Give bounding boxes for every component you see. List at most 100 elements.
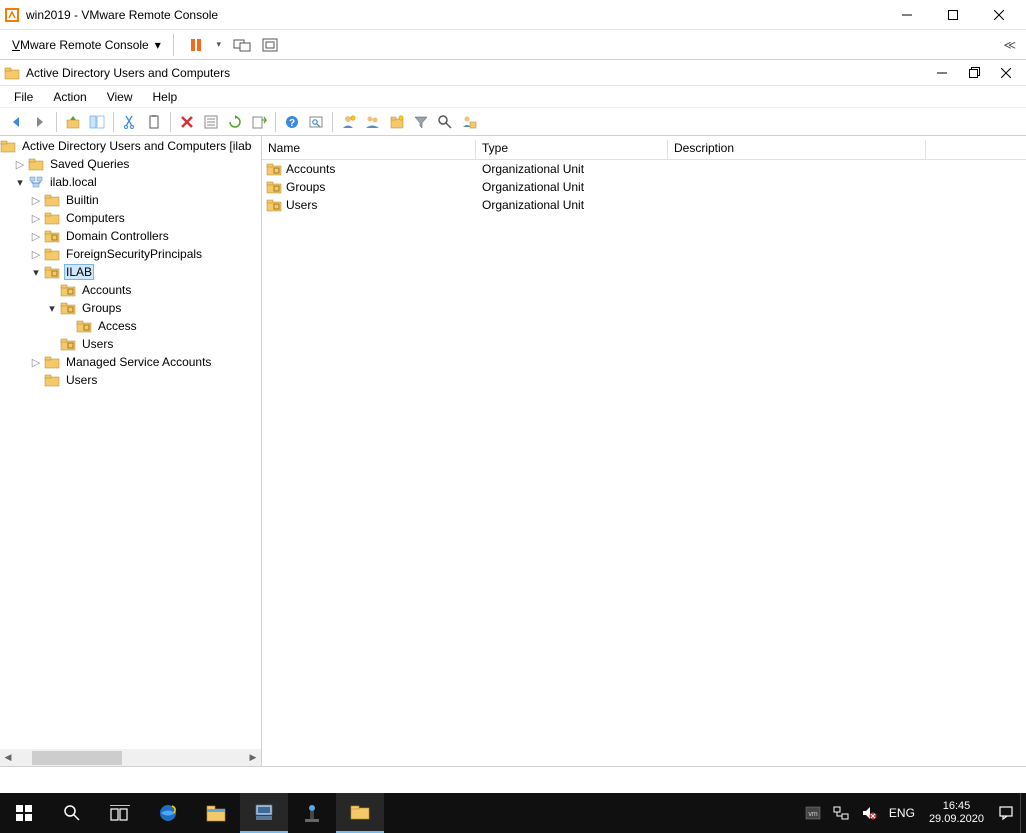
scroll-left-arrow-icon[interactable]: ◀ [0, 752, 16, 763]
send-ctrl-alt-del-button[interactable] [230, 33, 254, 57]
list-cell-type: Organizational Unit [476, 162, 668, 176]
scroll-right-arrow-icon[interactable]: ▶ [245, 752, 261, 763]
tree-node-ilab-accounts[interactable]: Accounts [0, 281, 261, 299]
aduc-window-title: Active Directory Users and Computers [26, 66, 926, 80]
aduc-menubar: File Action View Help [0, 86, 1026, 108]
delete-button[interactable] [176, 111, 198, 133]
col-header-type[interactable]: Type [476, 140, 668, 159]
col-header-name[interactable]: Name [262, 140, 476, 159]
tree-node-fsp[interactable]: ▷ ForeignSecurityPrincipals [0, 245, 261, 263]
tray-clock[interactable]: 16:45 29.09.2020 [921, 793, 992, 833]
fullscreen-button[interactable] [258, 33, 282, 57]
taskbar-explorer-button[interactable] [192, 793, 240, 833]
folder-icon [44, 192, 60, 208]
tree-node-label: Saved Queries [48, 157, 131, 171]
expand-arrow-icon[interactable]: ▷ [28, 194, 44, 207]
refresh-button[interactable] [224, 111, 246, 133]
filter-button[interactable] [410, 111, 432, 133]
tree-node-domain-controllers[interactable]: ▷ Domain Controllers [0, 227, 261, 245]
aduc-titlebar: Active Directory Users and Computers [0, 60, 1026, 86]
taskbar-aduc-button[interactable] [336, 793, 384, 833]
properties-button[interactable] [200, 111, 222, 133]
vmrc-menu-dropdown[interactable]: VMware Remote Console ▾ [8, 36, 165, 54]
expand-arrow-icon[interactable]: ▷ [12, 158, 28, 171]
aduc-toolbar: ? [0, 108, 1026, 136]
vmrc-maximize-button[interactable] [930, 0, 976, 30]
tray-network-icon[interactable] [827, 793, 855, 833]
tree-node-computers[interactable]: ▷ Computers [0, 209, 261, 227]
taskbar: vm ENG 16:45 29.09.2020 [0, 793, 1026, 833]
collapse-toolbar-button[interactable]: ≪ [1003, 33, 1016, 57]
tree-h-scrollbar[interactable]: ◀ ▶ [0, 749, 261, 766]
export-list-button[interactable] [248, 111, 270, 133]
tray-language[interactable]: ENG [883, 793, 921, 833]
tree-node-users[interactable]: Users [0, 371, 261, 389]
pause-button[interactable] [184, 33, 208, 57]
find-objects-button[interactable] [434, 111, 456, 133]
tree-node-msa[interactable]: ▷ Managed Service Accounts [0, 353, 261, 371]
taskbar-server-manager-button[interactable] [240, 793, 288, 833]
new-group-button[interactable] [362, 111, 384, 133]
separator [332, 112, 333, 132]
taskbar-vmware-tools-button[interactable] [288, 793, 336, 833]
add-to-group-button[interactable] [458, 111, 480, 133]
tree-node-ilab-groups[interactable]: ▾ Groups [0, 299, 261, 317]
vmrc-menu-label: Mware Remote Console [20, 38, 149, 52]
list-body[interactable]: Accounts Organizational Unit Groups Orga… [262, 160, 1026, 766]
new-ou-button[interactable] [386, 111, 408, 133]
list-row[interactable]: Users Organizational Unit [262, 196, 1026, 214]
vmrc-close-button[interactable] [976, 0, 1022, 30]
scrollbar-thumb[interactable] [32, 751, 122, 765]
show-desktop-button[interactable] [1020, 793, 1026, 833]
new-user-button[interactable] [338, 111, 360, 133]
aduc-restore-button[interactable] [958, 61, 990, 85]
collapse-arrow-icon[interactable]: ▾ [44, 302, 60, 315]
pause-dropdown[interactable]: ▾ [212, 33, 226, 57]
show-hide-tree-button[interactable] [86, 111, 108, 133]
help-button[interactable]: ? [281, 111, 303, 133]
separator [170, 112, 171, 132]
nav-forward-button[interactable] [29, 111, 51, 133]
col-header-description[interactable]: Description [668, 140, 926, 159]
aduc-minimize-button[interactable] [926, 61, 958, 85]
menu-view[interactable]: View [97, 88, 143, 106]
tree-node-saved-queries[interactable]: ▷ Saved Queries [0, 155, 261, 173]
tree-node-builtin[interactable]: ▷ Builtin [0, 191, 261, 209]
tree-node-domain[interactable]: ▾ ilab.local [0, 173, 261, 191]
search-button[interactable] [48, 793, 96, 833]
expand-arrow-icon[interactable]: ▷ [28, 212, 44, 225]
copy-button[interactable] [143, 111, 165, 133]
expand-arrow-icon[interactable]: ▷ [28, 230, 44, 243]
taskview-button[interactable] [96, 793, 144, 833]
vmrc-minimize-button[interactable] [884, 0, 930, 30]
aduc-root-icon [0, 138, 16, 154]
list-cell-name: Users [286, 198, 317, 212]
tree-node-ilab-users[interactable]: Users [0, 335, 261, 353]
tree-root-node[interactable]: Active Directory Users and Computers [il… [0, 137, 261, 155]
menu-help[interactable]: Help [143, 88, 188, 106]
list-row[interactable]: Accounts Organizational Unit [262, 160, 1026, 178]
tray-volume-icon[interactable] [855, 793, 883, 833]
tree-node-ilab[interactable]: ▾ ILAB [0, 263, 261, 281]
nav-back-button[interactable] [5, 111, 27, 133]
tree-node-ilab-access[interactable]: Access [0, 317, 261, 335]
tray-notifications-icon[interactable] [992, 793, 1020, 833]
find-button[interactable] [305, 111, 327, 133]
menu-file[interactable]: File [4, 88, 43, 106]
cut-button[interactable] [119, 111, 141, 133]
folder-icon [44, 210, 60, 226]
collapse-arrow-icon[interactable]: ▾ [28, 266, 44, 279]
collapse-arrow-icon[interactable]: ▾ [12, 176, 28, 189]
tree[interactable]: Active Directory Users and Computers [il… [0, 136, 261, 749]
tray-vmware-icon[interactable]: vm [799, 793, 827, 833]
expand-arrow-icon[interactable]: ▷ [28, 248, 44, 261]
start-button[interactable] [0, 793, 48, 833]
aduc-close-button[interactable] [990, 61, 1022, 85]
expand-arrow-icon[interactable]: ▷ [28, 356, 44, 369]
taskbar-ie-button[interactable] [144, 793, 192, 833]
list-row[interactable]: Groups Organizational Unit [262, 178, 1026, 196]
tree-node-label: ForeignSecurityPrincipals [64, 247, 204, 261]
up-one-level-button[interactable] [62, 111, 84, 133]
menu-action[interactable]: Action [43, 88, 96, 106]
list-cell-type: Organizational Unit [476, 180, 668, 194]
